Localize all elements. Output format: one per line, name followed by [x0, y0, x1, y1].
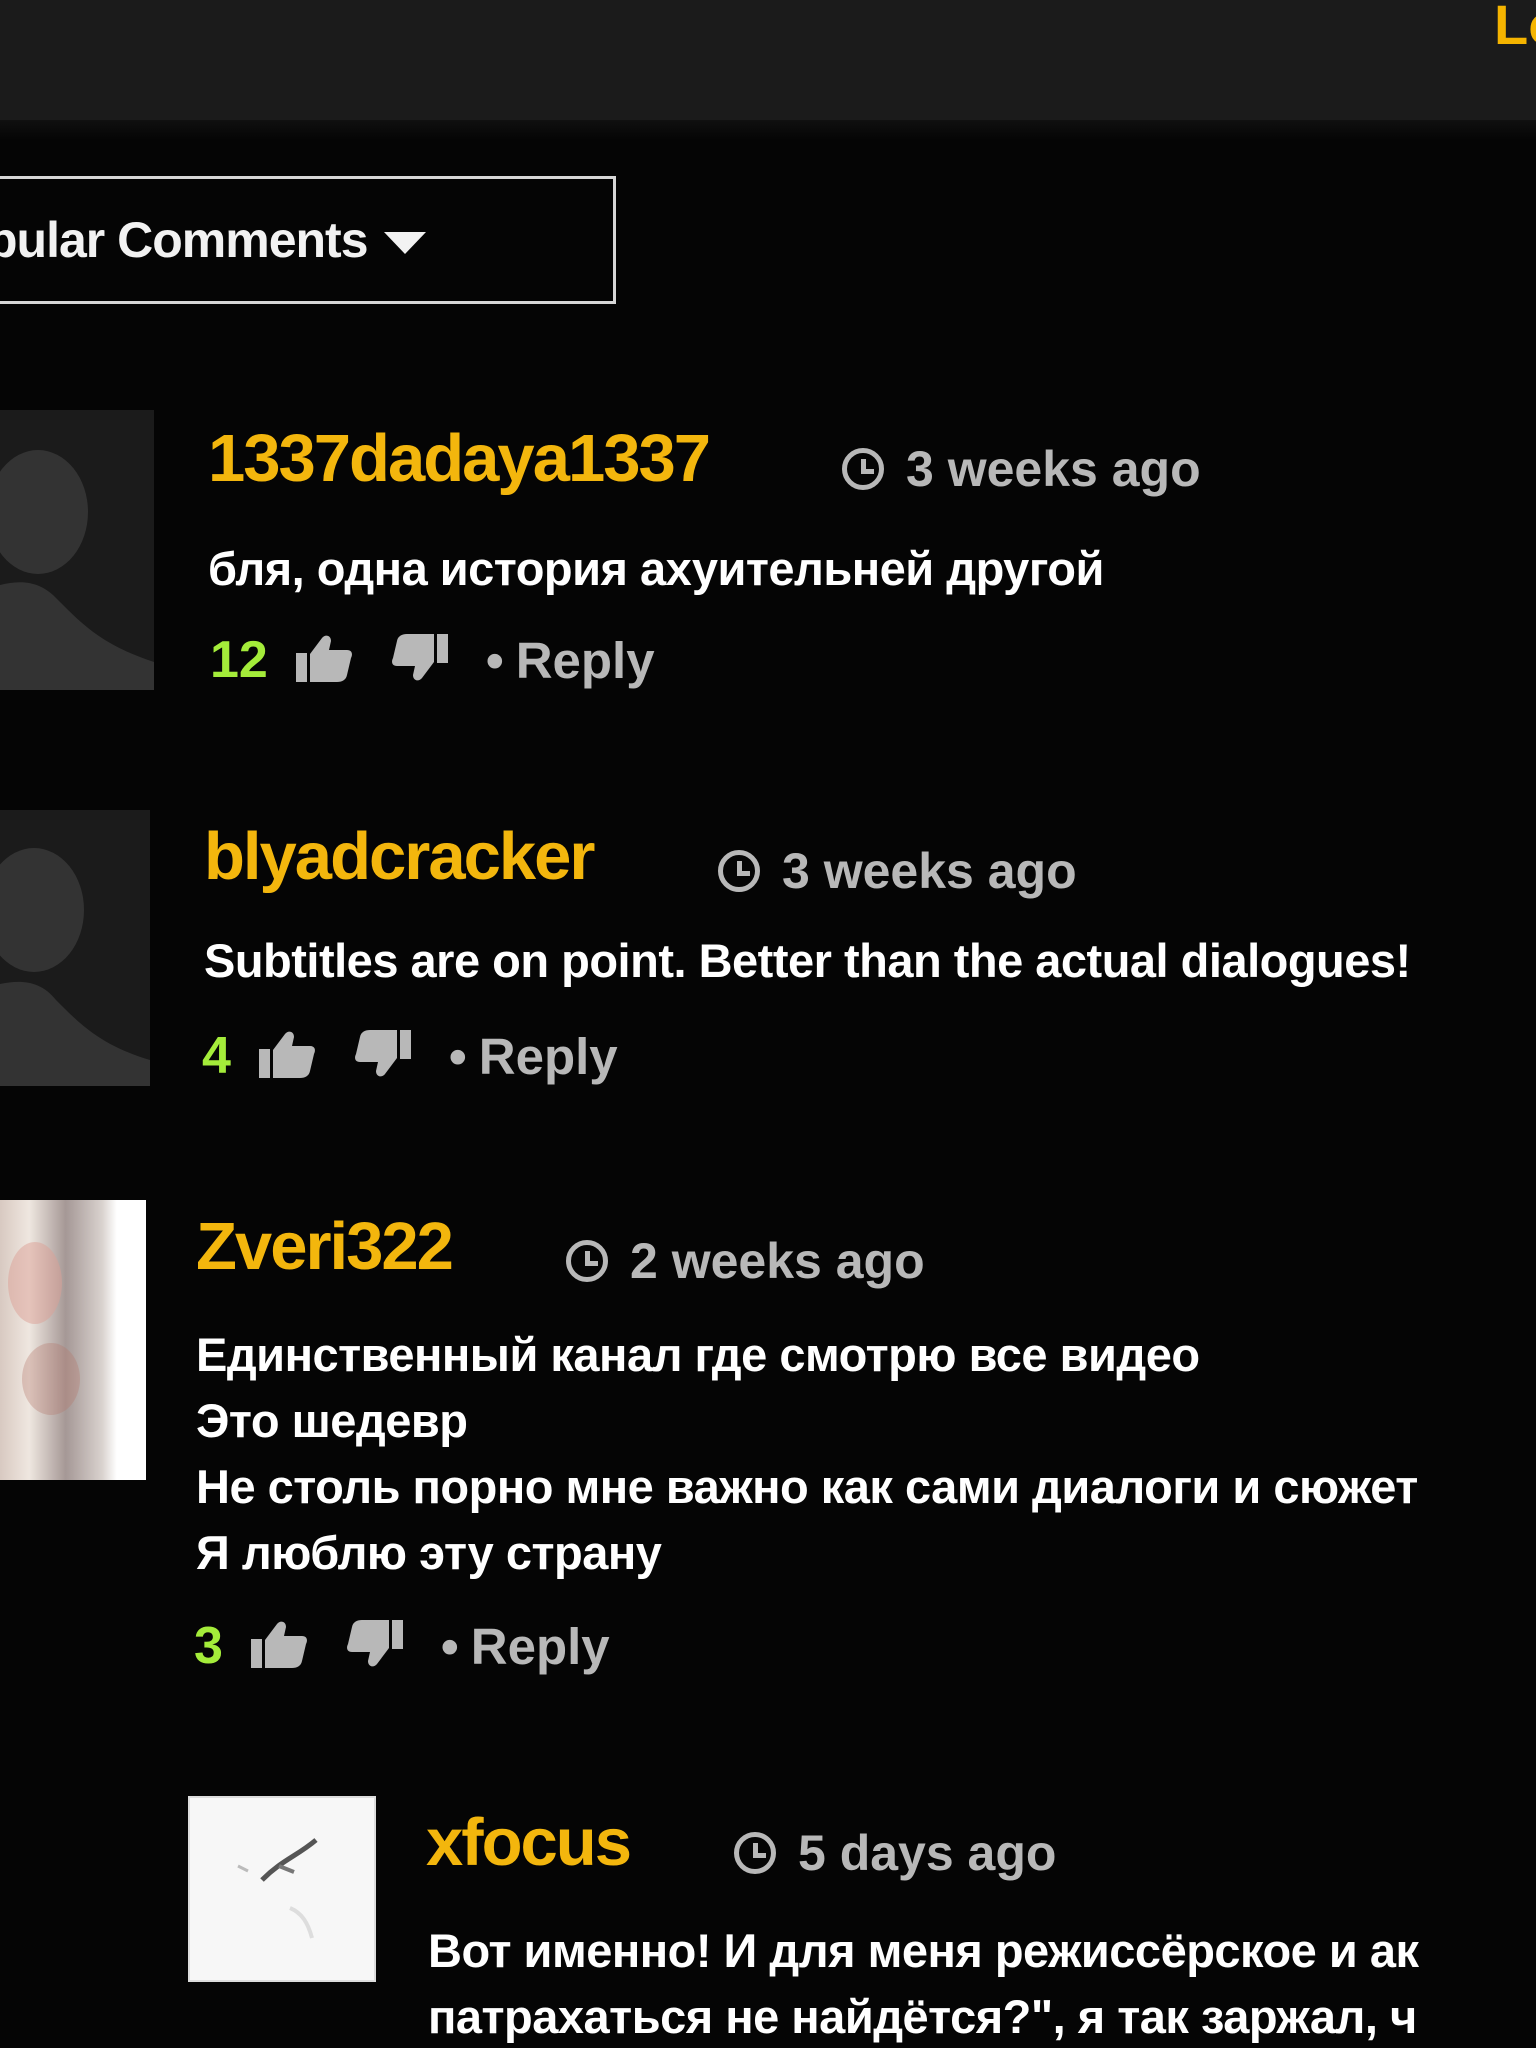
comment-sort-label: pular Comments: [0, 212, 369, 268]
top-right-link[interactable]: Lo: [1494, 0, 1536, 57]
reply-separator: •: [440, 1617, 459, 1675]
default-user-silhouette-icon: [0, 810, 150, 1086]
thumbs-up-icon[interactable]: [294, 632, 354, 689]
comment-actions: 12 • Reply: [210, 630, 655, 690]
reply-separator: •: [448, 1027, 467, 1085]
reply-link[interactable]: Reply: [516, 631, 655, 690]
avatar[interactable]: [0, 810, 150, 1086]
top-bar-shadow: [0, 120, 1536, 140]
comment-text: Единственный канал где смотрю все видео …: [196, 1322, 1418, 1586]
comment-line: бля, одна история ахуительней другой: [208, 542, 1104, 595]
comment-timestamp: 3 weeks ago: [842, 440, 1201, 498]
default-user-silhouette-icon: [0, 410, 154, 690]
comment-line: Вот именно! И для меня режиссёрское и ак: [428, 1924, 1419, 1977]
reply-link[interactable]: Reply: [479, 1027, 618, 1086]
comment-text: бля, одна история ахуительней другой: [208, 536, 1104, 602]
caret-down-icon: [383, 232, 426, 254]
reply-separator: •: [485, 631, 504, 689]
comment-line: патрахаться не найдётся?", я так заржал,…: [428, 1990, 1417, 2043]
comment-timestamp: 5 days ago: [734, 1824, 1056, 1882]
comment-line: Это шедевр: [196, 1394, 468, 1447]
comment-line: Единственный канал где смотрю все видео: [196, 1328, 1200, 1381]
reply-link[interactable]: Reply: [471, 1617, 610, 1676]
comments-page: Lo pular Comments 1337dadaya1337 3 weeks…: [0, 0, 1536, 2048]
comment-timestamp: 2 weeks ago: [566, 1232, 925, 1290]
comment-timestamp: 3 weeks ago: [718, 842, 1077, 900]
sketch-avatar-icon: [237, 1838, 318, 1939]
top-navigation-bar: Lo: [0, 0, 1536, 120]
like-count: 12: [210, 631, 268, 689]
thumbs-up-icon[interactable]: [257, 1028, 317, 1085]
thumbs-up-icon[interactable]: [249, 1618, 309, 1675]
comment-text: Subtitles are on point. Better than the …: [204, 928, 1411, 994]
comment-username[interactable]: 1337dadaya1337: [208, 420, 711, 497]
avatar[interactable]: [0, 410, 154, 690]
comment-username[interactable]: Zveri322: [196, 1208, 454, 1285]
comment-username[interactable]: blyadcracker: [204, 818, 595, 895]
comment-line: Я люблю эту страну: [196, 1526, 662, 1579]
comment-sort-dropdown[interactable]: pular Comments: [0, 176, 616, 304]
comment-text: Вот именно! И для меня режиссёрское и ак…: [428, 1918, 1419, 2048]
avatar[interactable]: [0, 1200, 146, 1480]
comment-line: Subtitles are on point. Better than the …: [204, 934, 1411, 987]
clock-icon: [566, 1240, 608, 1282]
thumbs-down-icon[interactable]: [390, 632, 450, 689]
thumbs-down-icon[interactable]: [345, 1618, 405, 1675]
thumbs-down-icon[interactable]: [353, 1028, 413, 1085]
avatar[interactable]: [188, 1796, 376, 1982]
clock-icon: [734, 1832, 776, 1874]
comment-actions: 3 • Reply: [194, 1616, 610, 1676]
comment-username[interactable]: xfocus: [426, 1804, 632, 1881]
clock-icon: [842, 448, 884, 490]
like-count: 3: [194, 1617, 223, 1675]
comment-actions: 4 • Reply: [202, 1026, 618, 1086]
like-count: 4: [202, 1027, 231, 1085]
comment-line: Не столь порно мне важно как сами диалог…: [196, 1460, 1418, 1513]
clock-icon: [718, 850, 760, 892]
